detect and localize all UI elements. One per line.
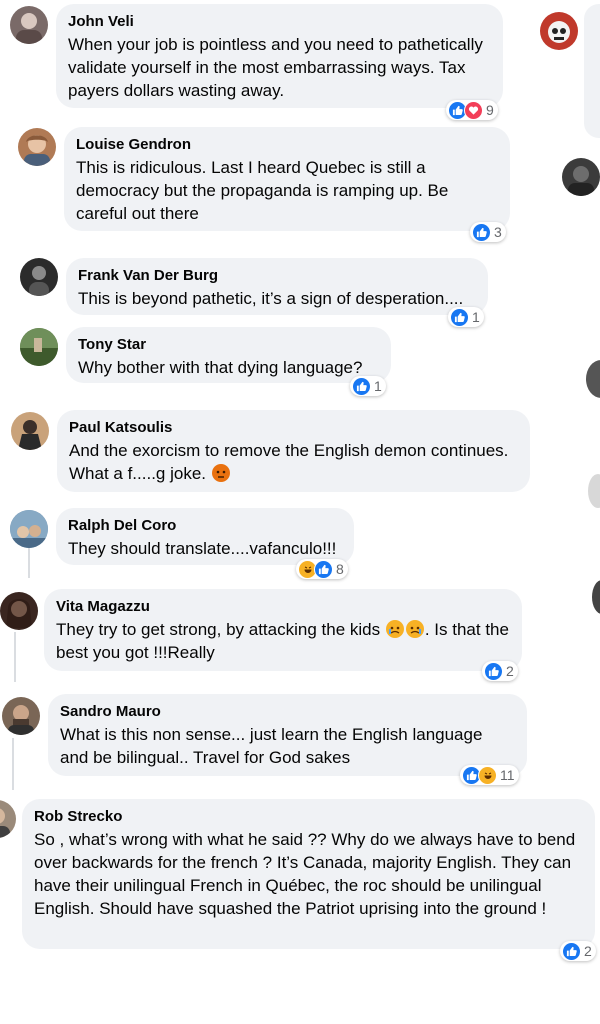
love-icon [464, 100, 483, 120]
avatar[interactable] [10, 510, 48, 548]
avatar[interactable] [588, 474, 600, 508]
comment-text: And the exorcism to remove the English d… [69, 439, 518, 485]
comment-author[interactable]: Tony Star [78, 335, 379, 355]
like-icon [314, 559, 333, 579]
comment-text-part: And the exorcism to remove the English d… [69, 441, 509, 483]
crying-face-emoji-icon [385, 620, 404, 638]
comment-bubble [584, 4, 600, 138]
reaction-count: 1 [472, 309, 480, 325]
comment-text: What is this non sense... just learn the… [60, 725, 483, 767]
reaction-count: 2 [506, 663, 514, 679]
reaction-summary[interactable]: 2 [560, 941, 596, 961]
comment-bubble: Ralph Del Coro They should translate....… [56, 508, 354, 565]
comment-text-part: They try to get strong, by attacking the… [56, 620, 381, 639]
comment-bubble: Rob Strecko So , what’s wrong with what … [22, 799, 595, 949]
comment-text: This is beyond pathetic, it’s a sign of … [78, 289, 464, 308]
reaction-count: 9 [486, 102, 494, 118]
thread-line [14, 632, 16, 682]
comment-text: This is ridiculous. Last I heard Quebec … [76, 158, 449, 223]
comment-author[interactable]: Ralph Del Coro [68, 516, 342, 536]
comment-text: Why bother with that dying language? [78, 358, 363, 377]
comment-bubble: Frank Van Der Burg This is beyond pathet… [66, 258, 488, 315]
comment-bubble: Paul Katsoulis And the exorcism to remov… [57, 410, 530, 492]
avatar[interactable] [540, 12, 578, 50]
comment-author[interactable]: Paul Katsoulis [69, 418, 518, 438]
avatar[interactable] [11, 412, 49, 450]
comment-author[interactable]: Frank Van Der Burg [78, 266, 476, 286]
like-icon [562, 941, 581, 961]
avatar[interactable] [586, 360, 600, 398]
reaction-summary[interactable]: 11 [460, 765, 519, 785]
reaction-count: 2 [584, 943, 592, 959]
comment-author[interactable]: Louise Gendron [76, 135, 498, 155]
comment-text: When your job is pointless and you need … [68, 35, 483, 100]
reaction-count: 8 [336, 561, 344, 577]
reaction-summary[interactable]: 1 [448, 307, 484, 327]
reaction-summary[interactable]: 1 [350, 376, 386, 396]
reaction-count: 11 [500, 767, 515, 783]
comment-author[interactable]: Vita Magazzu [56, 597, 510, 617]
like-icon [450, 307, 469, 327]
reaction-count: 1 [374, 378, 382, 394]
avatar[interactable] [0, 592, 38, 630]
comment-bubble: Sandro Mauro What is this non sense... j… [48, 694, 527, 776]
comment-author[interactable]: Sandro Mauro [60, 702, 515, 722]
comment-author[interactable]: John Veli [68, 12, 491, 32]
comment-bubble: Louise Gendron This is ridiculous. Last … [64, 127, 510, 231]
avatar[interactable] [10, 6, 48, 44]
comment-text: They should translate....vafanculo!!! [68, 539, 337, 558]
reaction-summary[interactable]: 9 [446, 100, 498, 120]
angry-face-emoji-icon [211, 464, 230, 482]
avatar[interactable] [20, 328, 58, 366]
comment-text: So , what’s wrong with what he said ?? W… [34, 830, 576, 918]
reaction-summary[interactable]: 3 [470, 222, 506, 242]
comment-bubble: Vita Magazzu They try to get strong, by … [44, 589, 522, 671]
comment-bubble: John Veli When your job is pointless and… [56, 4, 503, 108]
like-icon [472, 222, 491, 242]
avatar[interactable] [592, 580, 600, 614]
haha-icon [478, 765, 497, 785]
avatar[interactable] [20, 258, 58, 296]
avatar[interactable] [2, 697, 40, 735]
like-icon [352, 376, 371, 396]
reaction-summary[interactable]: 2 [482, 661, 518, 681]
avatar[interactable] [0, 800, 16, 838]
avatar[interactable] [562, 158, 600, 196]
like-icon [484, 661, 503, 681]
crying-face-emoji-icon [405, 620, 424, 638]
comment-author[interactable]: Rob Strecko [34, 807, 579, 827]
comment-bubble: Tony Star Why bother with that dying lan… [66, 327, 391, 383]
avatar[interactable] [18, 128, 56, 166]
comment-text: They try to get strong, by attacking the… [56, 618, 510, 664]
thread-line [12, 738, 14, 790]
reaction-summary[interactable]: 8 [296, 559, 348, 579]
thread-line [28, 548, 30, 578]
reaction-count: 3 [494, 224, 502, 240]
